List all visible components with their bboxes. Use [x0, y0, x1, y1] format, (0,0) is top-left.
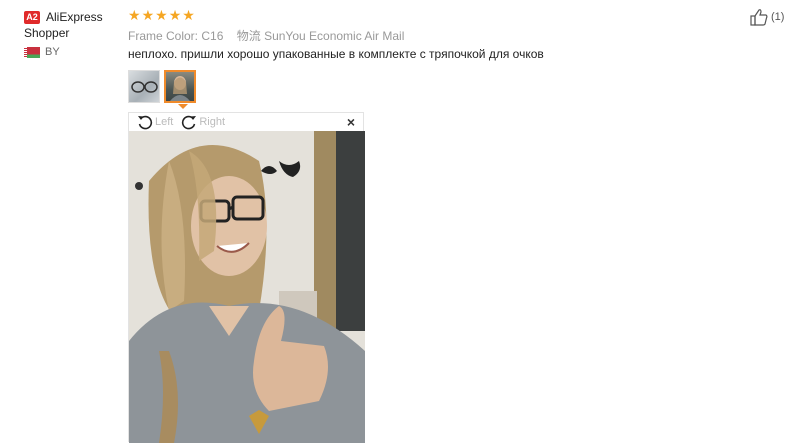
rotate-right-button[interactable]: Right — [181, 114, 225, 130]
frame-color-label: Frame Color: — [128, 29, 199, 43]
helpful-count: (1) — [771, 11, 785, 23]
glasses-photo-icon — [131, 81, 158, 93]
frame-color-value: C16 — [201, 29, 224, 43]
reviewer-name: AliExpress Shopper — [24, 10, 103, 40]
selfie-photo — [129, 131, 365, 443]
thumbnail-2[interactable] — [164, 70, 196, 103]
rotate-right-label: Right — [199, 116, 226, 128]
shipping-value: SunYou Economic Air Mail — [264, 29, 405, 43]
viewer-toolbar: Left Right × — [129, 113, 363, 131]
image-viewer: Left Right × — [128, 112, 365, 443]
review-photo — [129, 131, 365, 443]
helpful-button[interactable]: (1) — [750, 8, 784, 26]
close-icon[interactable]: × — [347, 114, 355, 130]
review-text: неплохо. пришли хорошо упакованные в ком… — [128, 47, 544, 61]
star-rating: ★ ★ ★ ★ ★ — [128, 8, 195, 22]
star-icon: ★ — [182, 7, 195, 23]
star-icon: ★ — [168, 7, 182, 23]
reviewer-country: BY — [24, 46, 60, 58]
thumbnail-active-indicator — [178, 104, 188, 109]
rotate-left-button[interactable]: Left — [137, 114, 173, 130]
star-icon: ★ — [155, 7, 168, 23]
star-icon: ★ — [128, 7, 141, 23]
shipping-label: 物流 — [236, 29, 261, 43]
thumbs-up-icon — [750, 9, 768, 26]
star-icon: ★ — [141, 7, 155, 23]
thumbnail-1[interactable] — [128, 70, 160, 103]
review-thumbnails — [128, 70, 196, 103]
rotate-right-icon — [182, 115, 197, 130]
review-attributes: Frame Color: C16 物流 SunYou Economic Air … — [128, 27, 404, 44]
rotate-left-label: Left — [155, 116, 174, 128]
country-code: BY — [45, 46, 60, 58]
selfie-photo-icon — [170, 76, 190, 101]
belarus-flag-icon — [24, 46, 40, 58]
rotate-left-icon — [138, 115, 153, 130]
